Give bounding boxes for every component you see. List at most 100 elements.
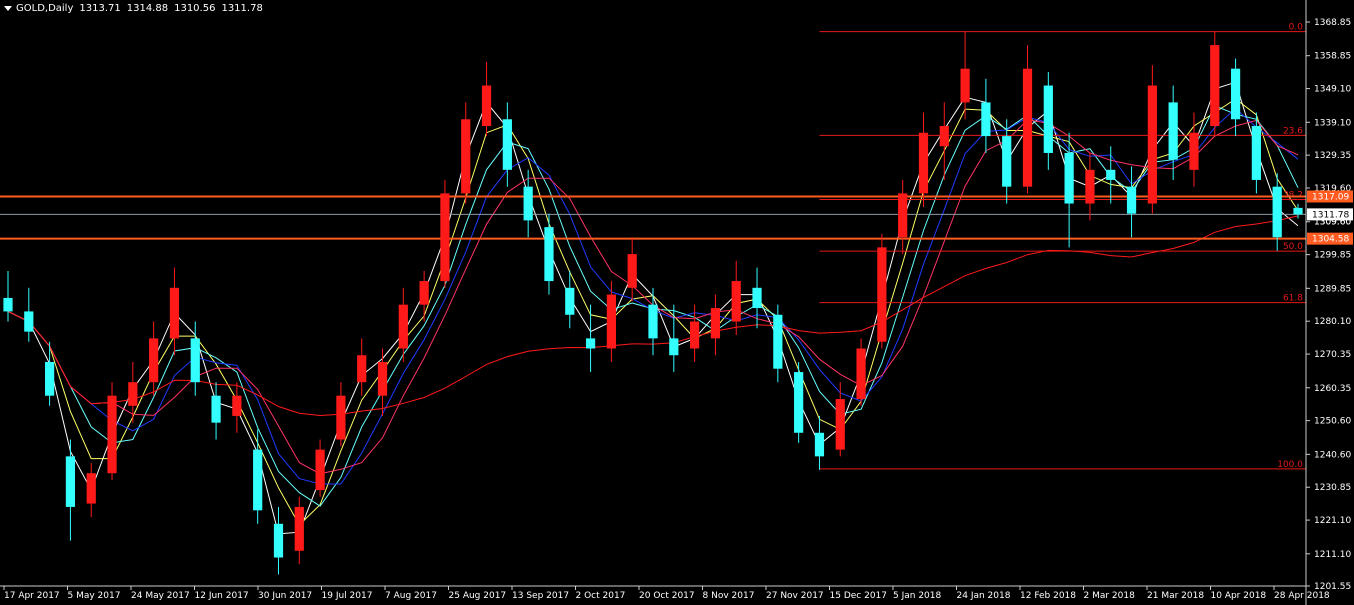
- candle-body: [190, 338, 200, 383]
- candle-body: [45, 361, 55, 396]
- candle-body: [794, 372, 804, 433]
- fib-level-label: 61.8: [1283, 294, 1303, 304]
- price-tick-label: 1358.85: [1314, 52, 1351, 62]
- time-tick-label: 17 Apr 2017: [4, 591, 60, 601]
- candle-body: [544, 227, 554, 282]
- price-tick-label: 1299.85: [1314, 251, 1351, 261]
- candle-body: [1251, 125, 1261, 180]
- time-tick-label: 21 Mar 2018: [1147, 591, 1204, 601]
- candle-body: [731, 281, 741, 322]
- candle-body: [939, 125, 949, 147]
- candle-body: [648, 304, 658, 339]
- candle-body: [1085, 169, 1095, 204]
- candle-body: [65, 456, 76, 507]
- time-tick-label: 12 Feb 2018: [1020, 591, 1076, 601]
- time-tick-label: 13 Sep 2017: [512, 591, 569, 601]
- candle-body: [1293, 207, 1303, 215]
- time-tick-label: 25 Aug 2017: [449, 591, 507, 601]
- time-tick-label: 12 Jun 2017: [195, 591, 249, 601]
- candle-body: [211, 395, 221, 423]
- candle-body: [1168, 102, 1178, 160]
- price-tick-label: 1240.60: [1314, 450, 1351, 460]
- candle-body: [1002, 136, 1012, 187]
- candle-body: [1126, 186, 1137, 214]
- time-tick-label: 27 Nov 2017: [766, 591, 824, 601]
- candle-body: [253, 449, 263, 511]
- current-price-label: 1311.78: [1312, 210, 1349, 220]
- candle-body: [398, 304, 408, 349]
- price-tick-label: 1230.85: [1314, 483, 1351, 493]
- price-chart[interactable]: 0.023.638.250.061.8100.0 1368.851358.851…: [0, 0, 1354, 605]
- candle-body: [232, 395, 242, 416]
- time-tick-label: 7 Aug 2017: [385, 591, 437, 601]
- price-tick-label: 1339.10: [1314, 118, 1351, 128]
- candle-body: [336, 395, 346, 440]
- time-tick-label: 10 Apr 2018: [1211, 591, 1267, 601]
- candle-body: [1022, 68, 1033, 187]
- candle-body: [856, 348, 866, 400]
- candle-body: [1210, 45, 1220, 126]
- time-tick-label: 24 Jan 2018: [957, 591, 1011, 601]
- fib-level-label: 0.0: [1289, 23, 1304, 33]
- time-tick-label: 20 Oct 2017: [639, 591, 695, 601]
- sr-price-label: 1304.58: [1312, 235, 1349, 245]
- time-tick-label: 2 Oct 2017: [576, 591, 626, 601]
- candle-body: [107, 395, 117, 474]
- candle-body: [960, 68, 970, 103]
- candle-body: [898, 193, 908, 238]
- candle-body: [710, 308, 721, 339]
- symbol-label: GOLD,Daily: [16, 3, 74, 14]
- candle-body: [918, 132, 929, 194]
- candle-body: [1064, 152, 1074, 204]
- price-tick-label: 1250.60: [1314, 417, 1351, 427]
- fib-level-label: 23.6: [1283, 126, 1303, 136]
- candle-body: [1147, 85, 1157, 204]
- low-value: 1310.56: [174, 3, 216, 14]
- candle-body: [86, 473, 96, 504]
- time-tick-label: 8 Nov 2017: [703, 591, 755, 601]
- fib-level-label: 100.0: [1277, 460, 1303, 470]
- time-tick-label: 15 Dec 2017: [830, 591, 888, 601]
- dropdown-triangle-icon[interactable]: [4, 5, 12, 11]
- price-tick-label: 1349.10: [1314, 85, 1351, 95]
- candle-body: [357, 355, 367, 383]
- time-tick-label: 5 May 2017: [68, 591, 121, 601]
- price-tick-label: 1270.35: [1314, 350, 1351, 360]
- time-tick-label: 28 Apr 2018: [1274, 591, 1330, 601]
- price-tick-label: 1221.10: [1314, 516, 1351, 526]
- candle-body: [752, 287, 762, 309]
- candle-body: [523, 186, 533, 221]
- candle-body: [773, 314, 783, 369]
- candle-body: [690, 321, 700, 349]
- candle-body: [315, 449, 325, 491]
- candle-body: [606, 294, 616, 349]
- candle-body: [1043, 85, 1053, 153]
- candle-body: [294, 506, 304, 551]
- high-value: 1314.88: [126, 3, 169, 14]
- candle-body: [502, 119, 512, 170]
- sr-price-label: 1317.09: [1312, 192, 1349, 202]
- candle-body: [1106, 169, 1116, 180]
- candle-body: [377, 361, 388, 396]
- candle-body: [128, 382, 138, 406]
- candle-body: [440, 193, 450, 282]
- candle-body: [1272, 186, 1282, 238]
- candle-body: [461, 119, 471, 194]
- price-tick-label: 1329.35: [1314, 151, 1351, 161]
- candle-body: [627, 254, 637, 288]
- candle-body: [3, 297, 13, 312]
- candle-body: [24, 311, 34, 332]
- time-tick-label: 30 Jun 2017: [258, 591, 312, 601]
- time-tick-label: 24 May 2017: [131, 591, 190, 601]
- candle-body: [1189, 132, 1199, 170]
- price-tick-label: 1211.10: [1314, 550, 1351, 560]
- candle-body: [981, 102, 991, 137]
- open-value: 1313.71: [79, 3, 121, 14]
- candle-body: [814, 432, 825, 457]
- candle-body: [877, 247, 887, 342]
- candle-body: [669, 338, 679, 356]
- candle-body: [169, 287, 180, 339]
- price-tick-label: 1280.10: [1314, 317, 1351, 327]
- price-tick-label: 1289.85: [1314, 284, 1351, 294]
- close-value: 1311.78: [221, 3, 263, 14]
